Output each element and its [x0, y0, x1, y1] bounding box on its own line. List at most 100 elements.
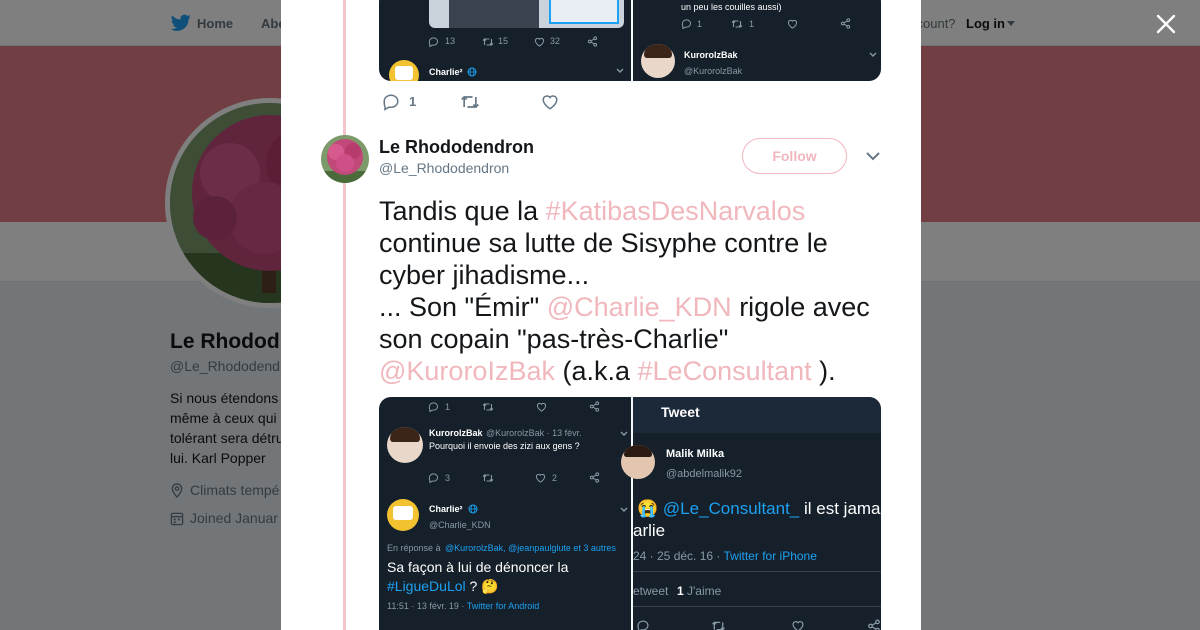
chevron-down-icon	[869, 52, 877, 57]
like-icon	[534, 37, 545, 47]
tweet-media[interactable]: 1 KurorolzBak @KurorolzBak · 13 févr. Po…	[379, 397, 881, 630]
reply-icon	[428, 473, 439, 483]
text-fragment: il est jama	[799, 499, 881, 518]
screenshot-timestamp-line: 24 · 25 déc. 16 · Twitter for iPhone	[633, 549, 817, 563]
reply-user-name: KurorolzBak	[429, 428, 483, 438]
retweet-icon	[731, 20, 743, 28]
reply-icon	[637, 620, 649, 630]
reply-count: 13	[445, 36, 456, 46]
tweet-text-line: cyber jihadisme...	[379, 260, 590, 290]
user-name: Charlie²	[429, 67, 463, 77]
stats-divider	[633, 571, 881, 572]
text-fragment: Tandis que la	[379, 196, 546, 226]
screenshot-header-title: Tweet	[661, 404, 700, 420]
timestamp: 11:51 · 13 févr. 19 ·	[387, 601, 467, 611]
chevron-down-icon	[616, 68, 624, 73]
avatar	[387, 427, 423, 463]
user-name: KurorolzBak	[684, 50, 738, 60]
rhododendron-avatar-icon	[321, 135, 369, 183]
chevron-down-icon[interactable]	[865, 150, 881, 162]
tweet-text-fragment: un peu les couilles aussi)	[681, 2, 782, 12]
client-name: Twitter for iPhone	[723, 549, 817, 563]
author-name[interactable]: Le Rhododendron	[379, 137, 534, 158]
author-handle[interactable]: @Le_Rhododendron	[379, 160, 509, 176]
tweet-text-line: son copain "pas-très-Charlie"	[379, 324, 729, 354]
like-icon[interactable]	[541, 93, 559, 111]
reply-text: Pourquoi il envoie des zizi aux gens ?	[429, 441, 580, 451]
like-icon	[536, 402, 547, 412]
screenshot-tweet-line: 😭 @Le_Consultant_ il est jama	[637, 499, 881, 519]
avatar	[641, 44, 675, 78]
screenshot-tweet-text: arlie	[633, 521, 666, 540]
avatar	[387, 499, 419, 531]
mention-link[interactable]: @Charlie_KDN	[547, 292, 732, 322]
likes-label: J'aime	[687, 584, 722, 598]
screenshot-tweet-line: #LigueDuLol ? 🤔	[387, 578, 499, 595]
crying-emoji: 😭	[637, 499, 659, 518]
mention-link[interactable]: @KuroroIzBak	[379, 356, 555, 386]
mention-text: @Le_Consultant_	[662, 499, 800, 518]
like-icon	[535, 473, 546, 483]
user-handle: @Charlie_KDN	[429, 520, 491, 530]
retweets-label: etweet	[633, 584, 669, 598]
verified-globe-icon	[467, 67, 477, 77]
tweet-text-line: @KuroroIzBak (a.k.a #LeConsultant ).	[379, 355, 899, 387]
thread-connector-line	[343, 0, 346, 630]
avatar	[621, 445, 655, 479]
share-icon	[587, 36, 598, 47]
screenshot-tweet-text: Sa façon à lui de dénoncer la	[387, 559, 569, 575]
reply-user-meta: @KurorolzBak · 13 févr.	[486, 428, 582, 438]
chevron-down-icon	[620, 431, 628, 436]
like-count: 2	[552, 473, 558, 483]
previous-tweet-media[interactable]: 13 15 32 Charlie² un peu les couilles au…	[379, 0, 881, 81]
user-name: Malik Milka	[666, 448, 725, 460]
retweet-count: 1	[749, 19, 755, 29]
retweet-icon	[712, 621, 725, 630]
user-name: Charlie²	[429, 504, 463, 514]
stats-divider	[633, 606, 881, 607]
verified-globe-icon	[468, 504, 478, 514]
retweet-count: 15	[498, 36, 509, 46]
reply-icon	[428, 37, 439, 47]
screenshot-photo	[429, 0, 624, 28]
like-icon	[792, 621, 804, 630]
tweet-text-line: continue sa lutte de Sisyphe contre le	[379, 228, 828, 258]
share-icon	[868, 619, 880, 630]
text-fragment: (a.k.a	[554, 356, 638, 386]
hashtag-text: #LigueDuLol	[387, 578, 466, 594]
screenshot-timestamp-line: 11:51 · 13 févr. 19 · Twitter for Androi…	[387, 601, 539, 611]
likes-count: 1	[677, 584, 684, 598]
share-icon	[840, 18, 851, 29]
text-fragment: ).	[811, 356, 836, 386]
reply-count: 3	[445, 473, 451, 483]
follow-button[interactable]: Follow	[742, 138, 847, 174]
retweet-icon	[482, 474, 494, 482]
avatar	[389, 60, 419, 81]
client-name: Twitter for Android	[466, 601, 540, 611]
media-divider	[631, 0, 633, 81]
author-avatar[interactable]	[321, 135, 369, 183]
close-icon[interactable]	[1154, 12, 1178, 36]
reply-icon	[428, 402, 439, 412]
text-fragment: ... Son "Émir"	[379, 292, 547, 322]
thinking-emoji: ? 🤔	[465, 578, 499, 594]
in-reply-to-prefix: En réponse à	[387, 543, 441, 553]
reply-count: 1	[445, 402, 451, 412]
text-fragment: rigole avec	[731, 292, 870, 322]
chevron-down-icon	[620, 507, 628, 512]
retweet-icon[interactable]	[460, 93, 480, 111]
reply-count: 1	[409, 94, 417, 109]
timestamp: 24 · 25 déc. 16 ·	[633, 549, 724, 563]
reply-icon	[681, 19, 692, 29]
reply-icon[interactable]	[382, 93, 400, 111]
hashtag-link[interactable]: #KatibasDesNarvalos	[546, 196, 806, 226]
retweet-icon	[482, 403, 494, 411]
user-handle: @abdelmalik92	[666, 468, 742, 480]
in-reply-to-users: @KurorolzBak, @jeanpaulglute et 3 autres	[445, 543, 616, 553]
reply-count: 1	[697, 19, 703, 29]
hashtag-link[interactable]: #LeConsultant	[638, 356, 812, 386]
like-icon	[787, 19, 798, 29]
retweet-icon	[482, 38, 494, 46]
like-count: 32	[550, 36, 561, 46]
tweet-text-line: Tandis que la #KatibasDesNarvalos	[379, 195, 899, 227]
